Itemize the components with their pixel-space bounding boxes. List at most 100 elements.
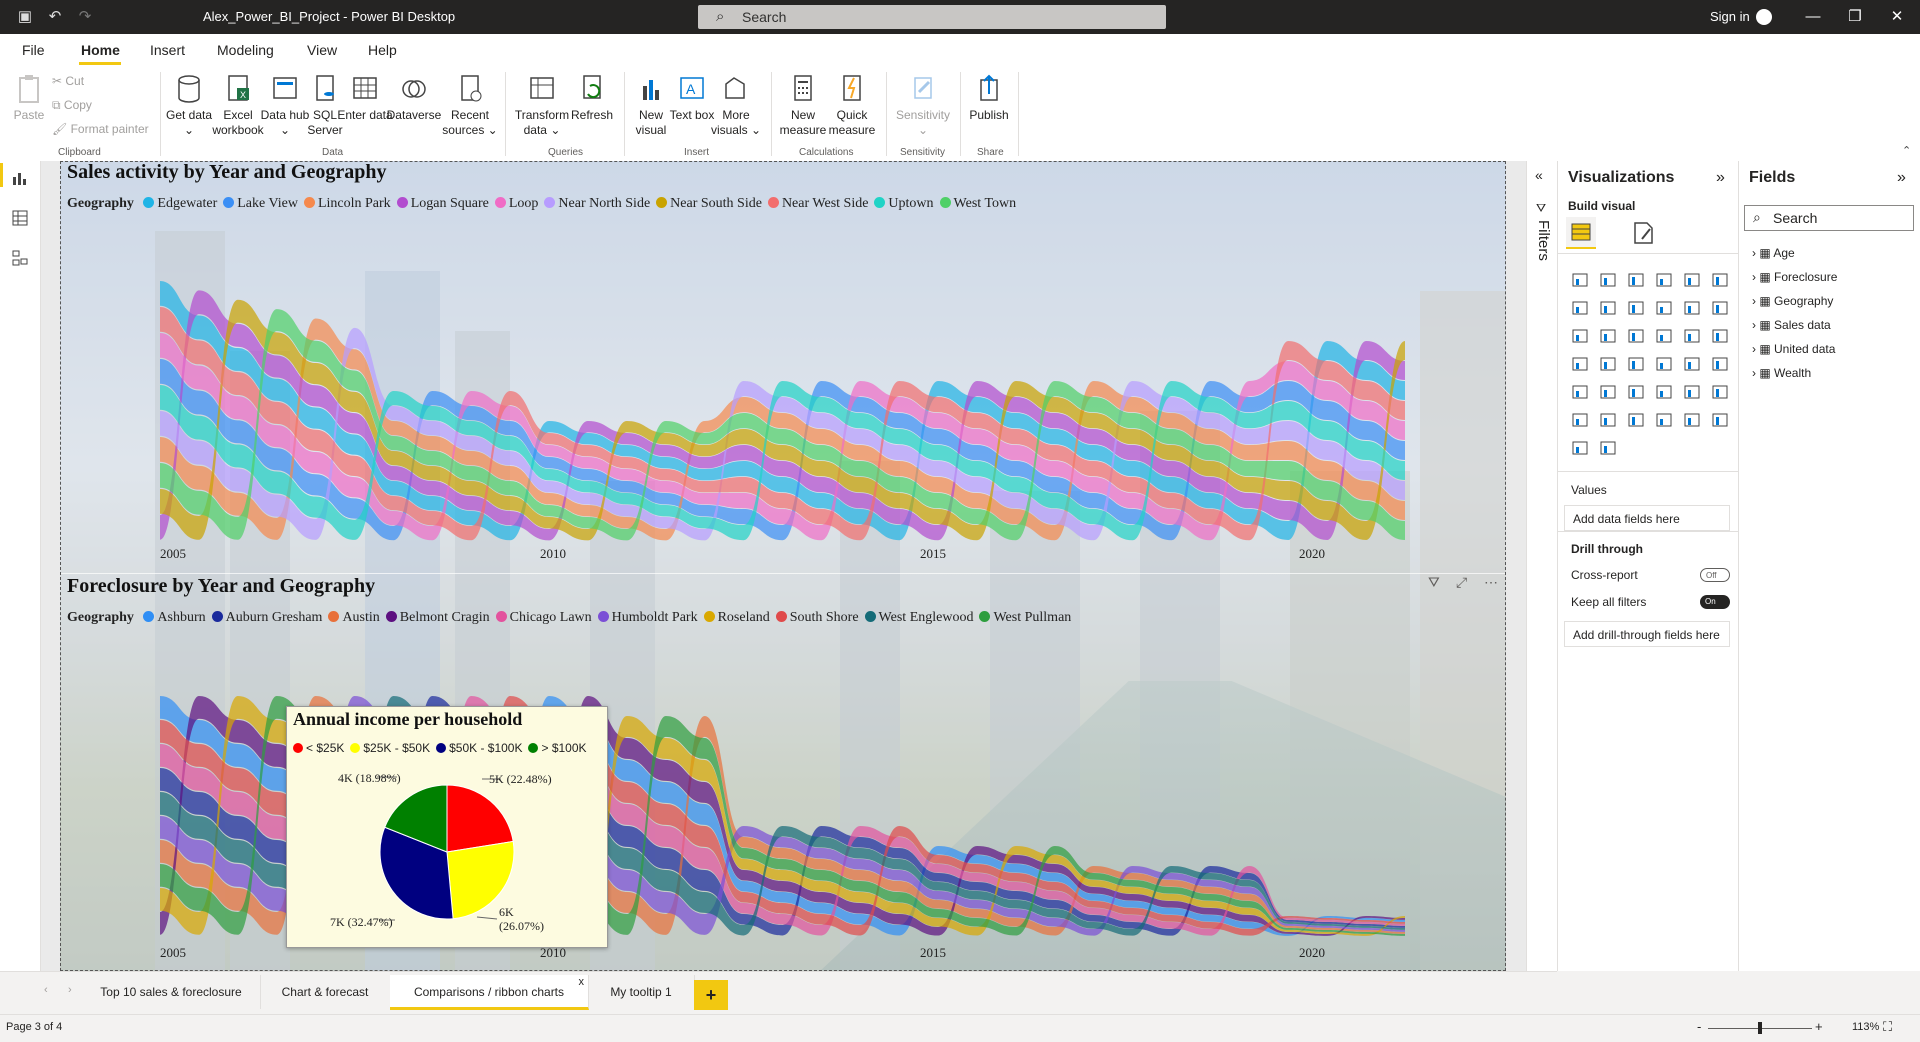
copy-button[interactable]: ⧉ Copy: [52, 98, 92, 113]
restore-icon[interactable]: ❐: [1840, 6, 1870, 28]
tab-comparisons-label: Comparisons / ribbon charts: [413, 985, 565, 999]
stacked-area-icon[interactable]: [1626, 298, 1646, 318]
100-column-icon[interactable]: [1710, 270, 1730, 290]
filters-label[interactable]: Filters: [1530, 220, 1552, 290]
map-icon[interactable]: [1570, 354, 1590, 374]
kpi-icon[interactable]: [1710, 354, 1730, 374]
gauge-icon[interactable]: [1626, 354, 1646, 374]
zoom-out-button[interactable]: -: [1697, 1019, 1701, 1034]
dataverse-button[interactable]: Dataverse: [385, 72, 443, 123]
donut-icon[interactable]: [1682, 326, 1702, 346]
fields-search-input[interactable]: ⌕ Search: [1744, 205, 1914, 231]
minimize-icon[interactable]: —: [1798, 6, 1828, 28]
tab-my-tooltip[interactable]: My tooltip 1: [588, 975, 695, 1009]
power-apps-icon[interactable]: [1682, 410, 1702, 430]
close-icon[interactable]: ✕: [1882, 6, 1912, 28]
values-well[interactable]: Add data fields here: [1564, 505, 1730, 531]
clustered-bar-icon[interactable]: [1626, 270, 1646, 290]
key-influencers-icon[interactable]: [1710, 382, 1730, 402]
table-view-icon[interactable]: [11, 209, 29, 227]
zoom-in-button[interactable]: +: [1815, 1019, 1823, 1034]
pie-label-red: 5K (22.48%): [489, 772, 552, 786]
field-table-item[interactable]: › ▦ Sales data: [1752, 318, 1831, 332]
undo-icon[interactable]: ↶: [46, 8, 64, 26]
slicer-icon[interactable]: [1570, 382, 1590, 402]
sign-in-link[interactable]: Sign in: [1710, 9, 1750, 24]
prev-page-icon[interactable]: ‹: [44, 984, 48, 996]
r-visual-icon[interactable]: [1654, 382, 1674, 402]
collapse-ribbon-icon[interactable]: ⌃: [1902, 144, 1911, 157]
menu-home[interactable]: Home: [81, 42, 120, 58]
keep-filters-toggle[interactable]: On: [1700, 595, 1730, 609]
build-visual-tab[interactable]: [1566, 217, 1596, 249]
search-bar[interactable]: ⌕ Search: [698, 5, 1166, 29]
waterfall-icon[interactable]: [1570, 326, 1590, 346]
menu-modeling[interactable]: Modeling: [217, 42, 274, 58]
more-chevron-icon[interactable]: [1570, 438, 1590, 458]
redo-icon[interactable]: ↷: [76, 8, 94, 26]
table-icon[interactable]: [1598, 382, 1618, 402]
next-page-icon[interactable]: ›: [68, 984, 72, 996]
publish-button[interactable]: Publish: [960, 72, 1018, 123]
100-bar-icon[interactable]: [1682, 270, 1702, 290]
funnel-icon[interactable]: [1598, 326, 1618, 346]
model-view-icon[interactable]: [11, 249, 29, 267]
recent-sources-button[interactable]: Recent sources ⌄: [441, 72, 499, 138]
clustered-column-icon[interactable]: [1654, 270, 1674, 290]
collapse-fields-icon[interactable]: »: [1897, 169, 1906, 187]
fit-to-page-icon[interactable]: ⛶: [1883, 1019, 1892, 1035]
quick-measure-button[interactable]: Quick measure: [823, 72, 881, 138]
menu-file[interactable]: File: [22, 42, 45, 58]
format-painter-button[interactable]: 🖌 Format painter: [52, 122, 149, 136]
paginated-icon[interactable]: [1654, 410, 1674, 430]
power-automate-icon[interactable]: [1710, 410, 1730, 430]
save-icon[interactable]: ▣: [16, 8, 34, 26]
collapse-pane-icon[interactable]: »: [1716, 169, 1725, 187]
line-stacked-icon[interactable]: [1682, 298, 1702, 318]
menu-insert[interactable]: Insert: [150, 42, 185, 58]
line-icon[interactable]: [1570, 298, 1590, 318]
field-table-item[interactable]: › ▦ Wealth: [1752, 366, 1811, 380]
ribbon-icon[interactable]: [1710, 298, 1730, 318]
field-table-item[interactable]: › ▦ Geography: [1752, 294, 1833, 308]
separator: [886, 72, 887, 156]
expand-filters-icon[interactable]: «: [1535, 167, 1543, 183]
tab-top10[interactable]: Top 10 sales & foreclosure: [82, 975, 261, 1009]
cross-report-toggle[interactable]: Off: [1700, 568, 1730, 582]
area-icon[interactable]: [1598, 298, 1618, 318]
decomposition-tree-icon[interactable]: [1570, 410, 1590, 430]
python-visual-icon[interactable]: [1682, 382, 1702, 402]
field-table-item[interactable]: › ▦ Age: [1752, 246, 1795, 260]
more-visuals-button[interactable]: More visuals ⌄: [707, 72, 765, 138]
card-icon[interactable]: [1654, 354, 1674, 374]
field-table-item[interactable]: › ▦ United data: [1752, 342, 1835, 356]
paste-button[interactable]: Paste: [0, 72, 58, 123]
stacked-bar-icon[interactable]: [1570, 270, 1590, 290]
menu-help[interactable]: Help: [368, 42, 397, 58]
ellipsis-icon[interactable]: [1598, 438, 1618, 458]
qa-icon[interactable]: [1598, 410, 1618, 430]
drill-through-well[interactable]: Add drill-through fields here: [1564, 621, 1730, 647]
scatter-icon[interactable]: [1626, 326, 1646, 346]
multi-card-icon[interactable]: [1682, 354, 1702, 374]
avatar[interactable]: [1756, 9, 1772, 25]
add-page-button[interactable]: +: [694, 980, 728, 1010]
format-visual-icon[interactable]: [1630, 219, 1658, 247]
sensitivity-button[interactable]: Sensitivity ⌄: [894, 72, 952, 138]
filled-map-icon[interactable]: [1598, 354, 1618, 374]
treemap-icon[interactable]: [1710, 326, 1730, 346]
matrix-icon[interactable]: [1626, 382, 1646, 402]
menu-view[interactable]: View: [307, 42, 337, 58]
report-view-icon[interactable]: [11, 169, 29, 187]
cut-button[interactable]: ✂ Cut: [52, 74, 84, 88]
close-tab-icon[interactable]: x: [579, 965, 585, 999]
pie-icon[interactable]: [1654, 326, 1674, 346]
stacked-column-icon[interactable]: [1598, 270, 1618, 290]
zoom-slider-thumb[interactable]: [1758, 1022, 1762, 1034]
smart-narrative-icon[interactable]: [1626, 410, 1646, 430]
tab-chart-forecast[interactable]: Chart & forecast: [260, 975, 391, 1009]
tab-comparisons[interactable]: Comparisons / ribbon charts x: [390, 975, 589, 1010]
refresh-button[interactable]: Refresh: [563, 72, 621, 123]
field-table-item[interactable]: › ▦ Foreclosure: [1752, 270, 1837, 284]
line-column-icon[interactable]: [1654, 298, 1674, 318]
